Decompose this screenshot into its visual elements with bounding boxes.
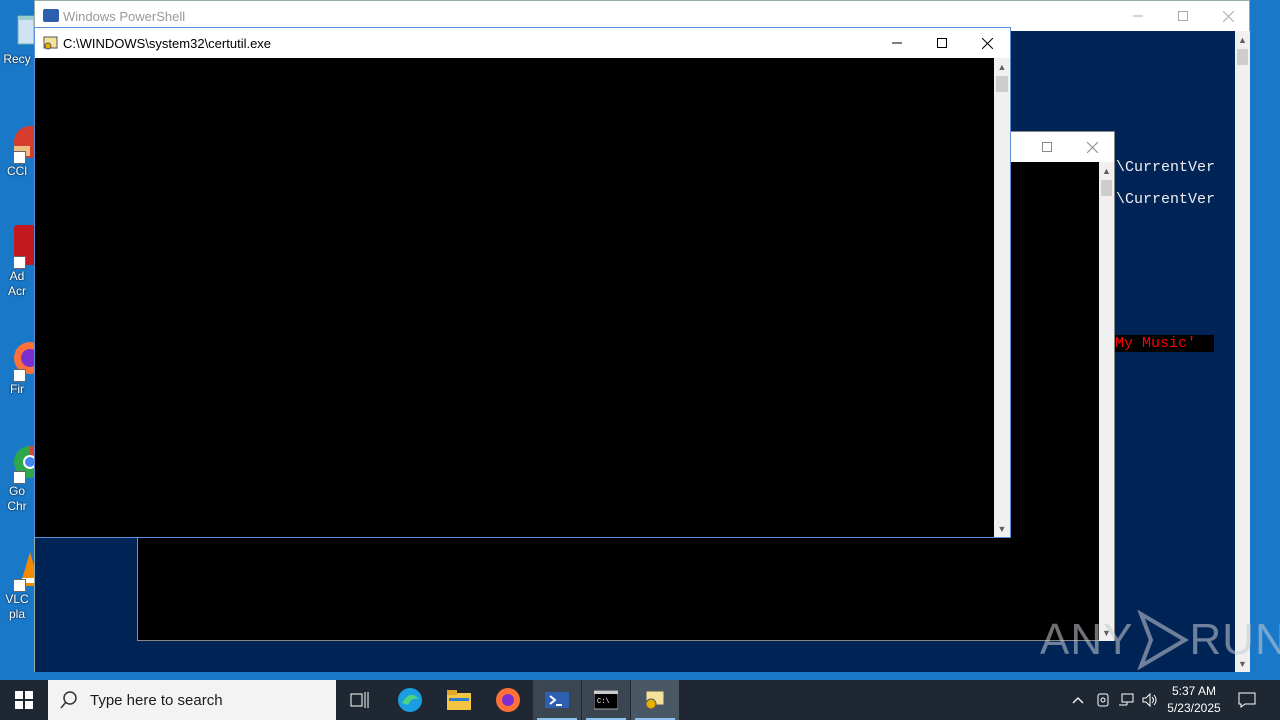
- ccleaner-icon: [0, 120, 34, 164]
- svg-text:C:\: C:\: [597, 698, 610, 706]
- minimize-icon: [1133, 15, 1143, 17]
- taskbar-search-box[interactable]: Type here to search: [48, 680, 336, 720]
- maximize-icon: [1042, 142, 1052, 152]
- edge-icon: [398, 688, 422, 712]
- maximize-icon: [937, 38, 947, 48]
- taskbar-firefox[interactable]: [484, 680, 532, 720]
- vlc-icon: [0, 548, 34, 592]
- play-logo-icon: [1137, 610, 1190, 670]
- show-hidden-icons-button[interactable]: [1068, 690, 1088, 710]
- anyrun-watermark: ANY RUN: [1040, 608, 1280, 672]
- console-scrollbar[interactable]: ▲ ▼: [1099, 162, 1114, 641]
- minimize-icon: [892, 42, 902, 44]
- network-icon: [1119, 693, 1134, 706]
- scrollbar-thumb[interactable]: [1237, 49, 1248, 65]
- powershell-taskbar-icon: [545, 692, 569, 708]
- desktop-icon-label: Fir: [10, 382, 24, 396]
- powershell-maximize-button[interactable]: [1160, 1, 1206, 31]
- desktop-icon-label: VLC pla: [5, 592, 29, 621]
- action-center-button[interactable]: [1237, 690, 1257, 710]
- taskbar-clock[interactable]: 5:37 AM 5/23/2025: [1154, 683, 1234, 717]
- close-icon: [981, 37, 993, 49]
- shortcut-arrow-icon: [13, 579, 26, 592]
- search-placeholder: Type here to search: [90, 691, 223, 709]
- recycle-bin-icon: [0, 8, 34, 52]
- scroll-up-icon[interactable]: ▲: [1099, 162, 1114, 179]
- desktop-icon-vlc[interactable]: VLC pla: [0, 548, 34, 622]
- taskbar-edge[interactable]: [386, 680, 434, 720]
- firefox-desktop-icon: [0, 338, 34, 382]
- start-button[interactable]: [0, 680, 48, 720]
- taskbar-certutil[interactable]: [631, 680, 679, 720]
- taskbar-powershell[interactable]: [533, 680, 581, 720]
- desktop-icon-google-chrome[interactable]: Go Chr: [0, 440, 34, 514]
- notification-icon: [1238, 692, 1256, 708]
- console-error-line: My Music': [1115, 335, 1215, 352]
- desktop-icon-adobe-acrobat[interactable]: Ad Acr: [0, 225, 34, 299]
- certutil-close-button[interactable]: [964, 28, 1010, 58]
- shortcut-arrow-icon: [13, 256, 26, 269]
- scrollbar-thumb[interactable]: [996, 76, 1008, 92]
- certutil-titlebar[interactable]: C:\WINDOWS\system32\certutil.exe: [35, 28, 1010, 58]
- shortcut-arrow-icon: [13, 151, 26, 164]
- powershell-close-button[interactable]: [1205, 1, 1251, 31]
- certutil-icon: [43, 35, 59, 51]
- desktop-icon-label: Recy: [3, 52, 31, 66]
- desktop-icon-firefox[interactable]: Fir: [0, 338, 34, 397]
- taskbar-file-explorer[interactable]: [435, 680, 483, 720]
- certutil-maximize-button[interactable]: [919, 28, 965, 58]
- adobe-acrobat-icon: [0, 225, 34, 269]
- scroll-down-icon[interactable]: ▼: [994, 520, 1010, 537]
- task-view-button[interactable]: [336, 680, 384, 720]
- clock-time: 5:37 AM: [1171, 684, 1217, 698]
- device-icon: [1097, 693, 1109, 707]
- console-line: \CurrentVer: [1116, 191, 1216, 208]
- desktop-icon-recycle-bin[interactable]: Recy: [0, 8, 34, 67]
- certutil-console[interactable]: [35, 58, 994, 537]
- clock-date: 5/23/2025: [1167, 701, 1221, 715]
- task-view-icon: [350, 692, 369, 708]
- certutil-title: C:\WINDOWS\system32\certutil.exe: [63, 36, 272, 51]
- tray-device-icon[interactable]: [1093, 690, 1113, 710]
- taskbar: Type here to search C:\ 5:37 AM 5/23/202…: [0, 680, 1280, 720]
- scroll-up-icon[interactable]: ▲: [1235, 31, 1250, 48]
- console-maximize-button[interactable]: [1024, 132, 1070, 162]
- shortcut-arrow-icon: [13, 471, 26, 484]
- watermark-text-left: ANY: [1040, 615, 1134, 664]
- certutil-taskbar-icon: [645, 690, 665, 710]
- shortcut-arrow-icon: [13, 369, 26, 382]
- console-line: \CurrentVer: [1116, 159, 1216, 176]
- powershell-scrollbar[interactable]: ▲ ▼: [1235, 31, 1250, 672]
- chevron-up-icon: [1072, 697, 1084, 704]
- maximize-icon: [1178, 11, 1188, 21]
- certutil-minimize-button[interactable]: [874, 28, 920, 58]
- powershell-minimize-button[interactable]: [1115, 1, 1161, 31]
- desktop-icon-label: CCl: [7, 164, 27, 178]
- google-chrome-icon: [0, 440, 34, 484]
- folder-icon: [447, 690, 471, 710]
- close-icon: [1086, 141, 1098, 153]
- scroll-up-icon[interactable]: ▲: [994, 58, 1010, 75]
- cmd-icon: C:\: [594, 690, 618, 710]
- watermark-text-right: RUN: [1189, 615, 1280, 664]
- console-close-button[interactable]: [1069, 132, 1115, 162]
- desktop-icon-ccleaner[interactable]: CCl: [0, 120, 34, 179]
- certutil-window[interactable]: C:\WINDOWS\system32\certutil.exe ▲ ▼: [34, 27, 1011, 538]
- powershell-title: Windows PowerShell: [63, 9, 186, 24]
- close-icon: [1222, 10, 1234, 22]
- tray-network-icon[interactable]: [1116, 690, 1136, 710]
- powershell-icon: [43, 9, 59, 22]
- taskbar-cmd[interactable]: C:\: [582, 680, 630, 720]
- desktop-icon-label: Go Chr: [7, 484, 27, 513]
- scrollbar-thumb[interactable]: [1101, 180, 1112, 196]
- windows-logo-icon: [15, 691, 33, 709]
- search-icon: [60, 691, 77, 709]
- firefox-icon: [496, 688, 520, 712]
- desktop-icon-label: Ad Acr: [8, 269, 26, 298]
- certutil-scrollbar[interactable]: ▲ ▼: [994, 58, 1010, 537]
